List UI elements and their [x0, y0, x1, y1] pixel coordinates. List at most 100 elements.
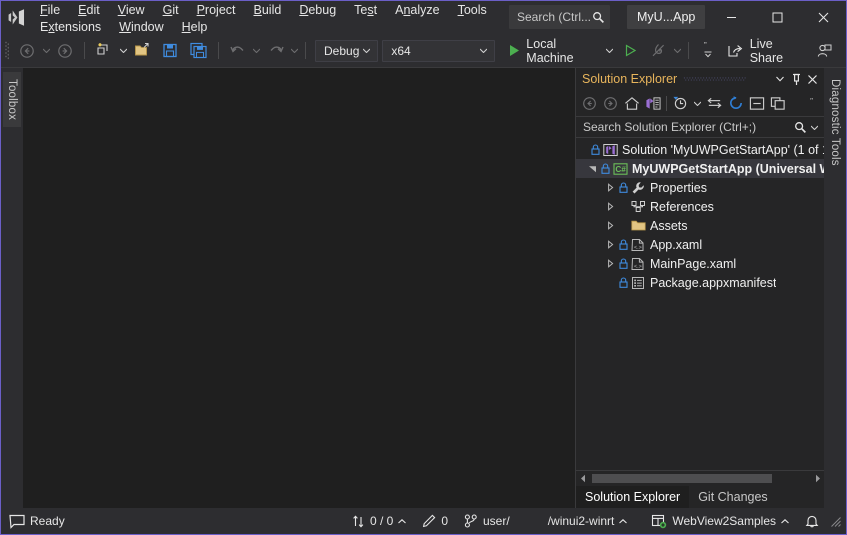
start-debugging-dropdown-icon[interactable] [605, 48, 613, 53]
se-pending-changes-icon[interactable] [642, 93, 663, 113]
navigate-backward-dropdown-icon[interactable] [41, 48, 51, 53]
tree-item-solution[interactable]: Solution 'MyUWPGetStartApp' (1 of 1 pr [576, 140, 824, 159]
expander-collapsed-icon[interactable] [604, 183, 617, 192]
redo-dropdown-icon[interactable] [290, 48, 300, 53]
menu-debug[interactable]: Debug [290, 2, 345, 19]
menu-tools[interactable]: Tools [449, 2, 496, 19]
dock-tab-toolbox[interactable]: Toolbox [3, 72, 21, 128]
menu-extensions-label: tensions [54, 19, 102, 34]
undo-button[interactable] [224, 39, 252, 63]
tab-solution-explorer[interactable]: Solution Explorer [576, 486, 690, 508]
open-file-button[interactable] [129, 39, 157, 63]
editor-area[interactable] [23, 68, 575, 508]
se-refresh-icon[interactable] [725, 93, 746, 113]
toolbar-drag-handle[interactable] [1, 34, 13, 67]
se-search-dropdown-icon[interactable] [807, 125, 822, 130]
status-sync-changes[interactable]: 0 / 0 [344, 508, 414, 534]
se-show-all-files-icon[interactable] [767, 93, 788, 113]
menu-file[interactable]: File [31, 2, 69, 19]
menu-file-label: ile [47, 2, 61, 17]
hot-reload-dropdown-icon[interactable] [673, 48, 683, 53]
solution-platform-combo[interactable]: x64 [382, 39, 496, 62]
tree-item-app-xaml[interactable]: <.> App.xaml [576, 235, 824, 254]
start-without-debugging-button[interactable] [617, 39, 645, 63]
menu-project[interactable]: Project [188, 2, 245, 19]
navigate-forward-button[interactable] [51, 39, 79, 63]
maximize-button[interactable] [754, 1, 800, 34]
expander-collapsed-icon-5[interactable] [604, 259, 617, 268]
menu-extensions[interactable]: Extensions [31, 19, 110, 36]
scrollbar-thumb[interactable] [592, 474, 773, 483]
expander-collapsed-icon-4[interactable] [604, 240, 617, 249]
expander-collapsed-icon-2[interactable] [604, 202, 617, 211]
start-debugging-button[interactable]: Local Machine [503, 37, 616, 65]
hot-reload-button[interactable] [645, 39, 673, 63]
chevron-up-icon[interactable] [398, 518, 407, 524]
tree-item-project[interactable]: C# MyUWPGetStartApp (Universal W [576, 159, 824, 178]
chevron-up-icon-3[interactable] [781, 518, 789, 524]
se-back-icon[interactable] [579, 93, 600, 113]
panel-drag-dots[interactable] [677, 68, 772, 90]
scrollbar-track[interactable] [590, 472, 810, 485]
expander-collapsed-icon-3[interactable] [604, 221, 617, 230]
save-all-button[interactable] [185, 39, 213, 63]
solution-configuration-combo[interactable]: Debug [315, 39, 379, 62]
menu-test[interactable]: Test [345, 2, 386, 19]
solution-explorer-toolbar: ” [576, 90, 824, 116]
se-collapse-all-icon[interactable] [746, 93, 767, 113]
svg-text:C#: C# [615, 165, 626, 174]
status-solution[interactable]: WebView2Samples [635, 508, 797, 534]
tab-git-changes[interactable]: Git Changes [689, 486, 776, 508]
tree-item-package-appxmanifest-label: Package.appxmanifest [650, 275, 777, 290]
status-pending-edits[interactable]: 0 [414, 508, 456, 534]
se-history-icon[interactable] [670, 93, 691, 113]
menu-view[interactable]: View [109, 2, 154, 19]
menu-bar[interactable]: File Edit View Git Project Build Debug T… [31, 1, 487, 36]
scroll-left-icon[interactable] [576, 472, 590, 485]
solution-name-chip[interactable]: MyU...App [627, 5, 706, 29]
se-overflow-icon[interactable]: ” [808, 93, 821, 113]
close-button[interactable] [800, 1, 846, 34]
scroll-right-icon[interactable] [810, 472, 824, 485]
tree-item-mainpage-xaml[interactable]: <.> MainPage.xaml [576, 254, 824, 273]
solution-explorer-search-box[interactable]: Search Solution Explorer (Ctrl+;) [576, 116, 824, 138]
status-resize-grip[interactable] [827, 508, 846, 534]
live-share-button[interactable]: Live Share [722, 37, 810, 65]
expander-expanded-icon[interactable] [586, 164, 599, 173]
global-search-box[interactable]: Search (Ctrl... [509, 5, 610, 29]
menu-window[interactable]: Window [110, 19, 172, 36]
menu-build[interactable]: Build [245, 2, 291, 19]
menu-edit[interactable]: Edit [69, 2, 109, 19]
new-project-dropdown-icon[interactable] [118, 48, 128, 53]
menu-git[interactable]: Git [154, 2, 188, 19]
solution-explorer-horizontal-scrollbar[interactable] [576, 470, 824, 486]
close-icon[interactable] [804, 70, 820, 88]
se-history-dropdown-icon[interactable] [691, 93, 704, 113]
minimize-button[interactable] [708, 1, 754, 34]
tree-item-references[interactable]: References [576, 197, 824, 216]
tree-item-assets[interactable]: Assets [576, 216, 824, 235]
status-branch[interactable]: /winui2-winrt [518, 508, 636, 534]
se-home-icon[interactable] [621, 93, 642, 113]
tree-item-properties[interactable]: Properties [576, 178, 824, 197]
undo-dropdown-icon[interactable] [252, 48, 262, 53]
menu-help[interactable]: Help [173, 19, 217, 36]
account-manager-button[interactable] [810, 39, 838, 63]
chevron-up-icon-2[interactable] [619, 518, 628, 524]
se-forward-icon[interactable] [600, 93, 621, 113]
new-project-button[interactable] [90, 39, 118, 63]
solution-explorer-tree[interactable]: Solution 'MyUWPGetStartApp' (1 of 1 pr C… [576, 138, 824, 470]
status-notifications[interactable] [797, 508, 827, 534]
panel-menu-chevron-down-icon[interactable] [772, 70, 788, 88]
status-repository[interactable]: user/ [456, 508, 518, 534]
toolbar-overflow-button[interactable]: ” [694, 39, 722, 63]
save-button[interactable] [157, 39, 185, 63]
toolbar-separator [84, 42, 86, 59]
se-sync-icon[interactable] [704, 93, 725, 113]
dock-tab-diagnostic-tools[interactable]: Diagnostic Tools [826, 72, 844, 173]
menu-analyze[interactable]: Analyze [386, 2, 448, 19]
redo-button[interactable] [262, 39, 290, 63]
navigate-backward-button[interactable] [13, 39, 41, 63]
pin-icon[interactable] [788, 70, 804, 88]
tree-item-package-appxmanifest[interactable]: Package.appxmanifest [576, 273, 824, 292]
